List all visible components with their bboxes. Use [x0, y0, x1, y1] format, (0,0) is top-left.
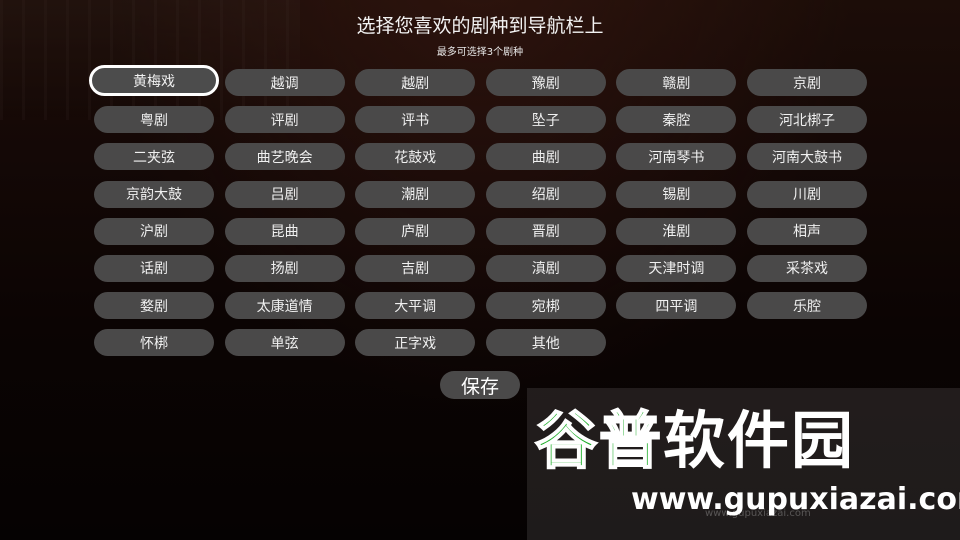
genre-chip[interactable]: 绍剧 — [485, 180, 606, 208]
genre-chip[interactable]: 相声 — [746, 217, 867, 245]
genre-chip[interactable]: 采茶戏 — [746, 254, 867, 282]
genre-chip[interactable]: 河南琴书 — [616, 143, 737, 171]
genre-chip[interactable]: 锡剧 — [616, 180, 737, 208]
genre-chip[interactable]: 吉剧 — [355, 254, 476, 282]
genre-chip[interactable]: 越剧 — [355, 69, 476, 96]
genre-chip[interactable]: 越调 — [224, 69, 345, 96]
genre-chip[interactable]: 河北梆子 — [746, 106, 867, 134]
genre-chip[interactable]: 赣剧 — [616, 69, 737, 96]
genre-chip[interactable]: 吕剧 — [224, 180, 345, 208]
genre-chip[interactable]: 婺剧 — [94, 292, 214, 320]
genre-chip[interactable]: 太康道情 — [224, 292, 345, 320]
genre-chip[interactable]: 川剧 — [746, 180, 867, 208]
watermark-faint-text: www.gupuxiazai.com — [705, 508, 811, 519]
genre-chip[interactable]: 扬剧 — [224, 254, 345, 282]
genre-chip[interactable]: 曲艺晚会 — [224, 143, 345, 171]
genre-chip[interactable]: 单弦 — [224, 329, 345, 357]
watermark: 谷普软件园 www.gupuxiazai.com www.gupuxiazai.… — [527, 388, 960, 540]
genre-chip[interactable]: 评剧 — [224, 106, 345, 134]
genre-chip[interactable]: 河南大鼓书 — [746, 143, 867, 171]
genre-chip[interactable]: 淮剧 — [616, 217, 737, 245]
genre-chip[interactable]: 昆曲 — [224, 217, 345, 245]
genre-chip[interactable]: 秦腔 — [616, 106, 737, 134]
genre-chip[interactable]: 正字戏 — [355, 329, 476, 357]
genre-chip[interactable]: 怀梆 — [94, 329, 214, 357]
genre-chip[interactable]: 潮剧 — [355, 180, 476, 208]
genre-chip[interactable]: 晋剧 — [485, 217, 606, 245]
genre-chip[interactable]: 曲剧 — [485, 143, 606, 171]
genre-chip[interactable]: 评书 — [355, 106, 476, 134]
genre-chip[interactable]: 豫剧 — [485, 69, 606, 96]
genre-chip[interactable]: 二夹弦 — [94, 143, 214, 171]
genre-chip[interactable]: 大平调 — [355, 292, 476, 320]
genre-chip[interactable]: 沪剧 — [94, 217, 214, 245]
genre-chip[interactable]: 黄梅戏 — [89, 65, 219, 96]
watermark-name-part2: 软件园 — [663, 404, 856, 477]
genre-chip[interactable]: 天津时调 — [616, 254, 737, 282]
genre-chip[interactable]: 乐腔 — [746, 292, 867, 320]
genre-chip[interactable]: 京韵大鼓 — [94, 180, 214, 208]
page-subtitle: 最多可选择3个剧种 — [436, 47, 524, 58]
genre-chip[interactable]: 花鼓戏 — [355, 143, 476, 171]
watermark-logo: 谷普软件园 — [534, 404, 856, 477]
genre-chip[interactable]: 滇剧 — [485, 254, 606, 282]
genre-chip[interactable]: 京剧 — [746, 69, 867, 96]
genre-chip[interactable]: 庐剧 — [355, 217, 476, 245]
genre-chip[interactable]: 坠子 — [485, 106, 606, 134]
save-button[interactable]: 保存 — [440, 371, 520, 399]
genre-chip[interactable]: 粤剧 — [94, 106, 214, 134]
genre-grid: 黄梅戏 越调 越剧 豫剧 赣剧 京剧 粤剧 评剧 评书 坠子 秦腔 河北梆子 二夹弦 曲艺晚会 花鼓戏 曲剧河… — [89, 65, 874, 357]
watermark-name-part1: 谷普 — [534, 404, 664, 477]
page-title: 选择您喜欢的剧种到导航栏上 — [356, 15, 604, 37]
genre-chip[interactable]: 其他 — [485, 329, 606, 357]
genre-chip[interactable]: 话剧 — [94, 254, 214, 282]
genre-chip[interactable]: 四平调 — [616, 292, 737, 320]
genre-chip[interactable]: 宛梆 — [485, 292, 606, 320]
